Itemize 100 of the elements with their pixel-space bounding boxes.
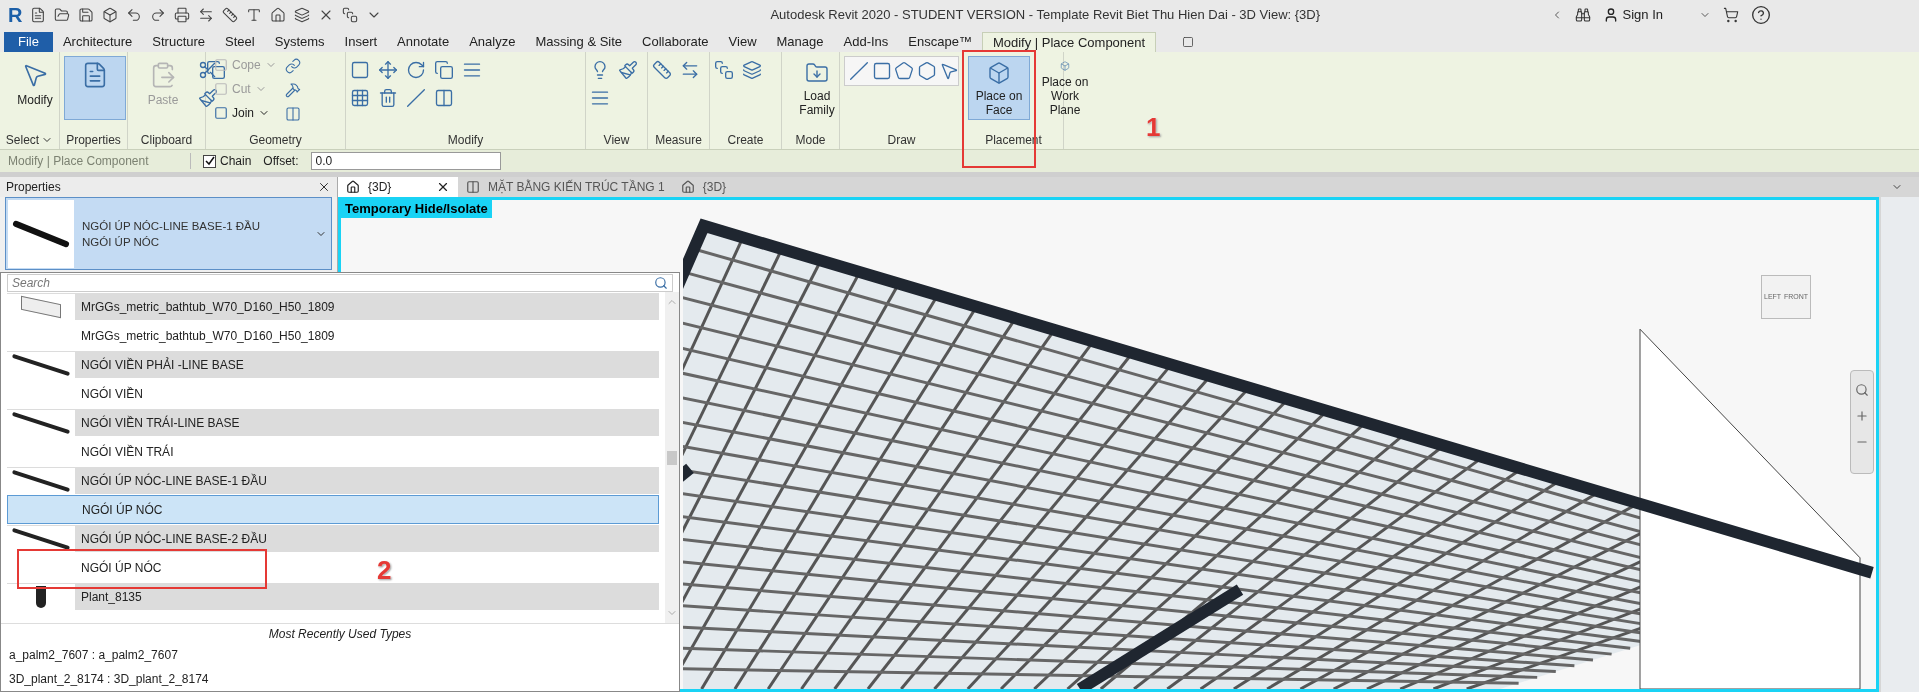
- recent-type-item[interactable]: a_palm2_7607 : a_palm2_7607: [9, 646, 178, 664]
- ribbon-tab[interactable]: Collaborate: [632, 32, 719, 52]
- 3d-view-icon[interactable]: [270, 7, 287, 23]
- sign-in-button[interactable]: Sign In: [1602, 5, 1663, 25]
- offset-field[interactable]: 0.0: [310, 152, 501, 170]
- search-icon: [654, 276, 668, 290]
- type-dropdown-list[interactable]: [0, 272, 680, 692]
- paintbrush-icon[interactable]: [198, 88, 218, 108]
- dimension-icon[interactable]: [222, 7, 239, 23]
- family-type-item[interactable]: Plant_8135: [7, 582, 659, 611]
- copy-icon[interactable]: [206, 60, 226, 80]
- ribbon-tool-button[interactable]: Modify: [4, 56, 66, 120]
- open-folder-icon[interactable]: [54, 7, 71, 23]
- chain-checkbox[interactable]: [203, 154, 216, 168]
- undo-icon[interactable]: [126, 7, 143, 23]
- polygon-icon[interactable]: [916, 61, 937, 81]
- paintbrush-icon[interactable]: [618, 60, 638, 80]
- ribbon-tool-button[interactable]: [64, 56, 126, 120]
- family-type-item[interactable]: NGÓI VIỀN PHẢI -LINE BASE: [7, 350, 659, 379]
- layers-icon[interactable]: [742, 60, 762, 80]
- ribbon-tool-button[interactable]: Place on Face: [968, 56, 1030, 120]
- close-icon: [436, 180, 450, 194]
- array-icon[interactable]: [350, 88, 370, 108]
- redo-icon[interactable]: [150, 7, 167, 23]
- family-type-item[interactable]: MrGGs_metric_bathtub_W70_D160_H50_1809: [7, 292, 659, 321]
- ribbon-tab[interactable]: Structure: [142, 32, 216, 52]
- panel-title: Properties: [6, 179, 61, 196]
- roof-tile-thumbnail-icon: [7, 467, 75, 494]
- pick-icon[interactable]: [939, 61, 960, 81]
- roof-tile-thumbnail-icon: [7, 525, 75, 552]
- type-name: NGÓI VIỀN TRÁI-LINE BASE: [81, 414, 240, 432]
- panel-label: View: [603, 132, 630, 149]
- close-icon[interactable]: [317, 180, 331, 194]
- type-name: NGÓI ÚP NÓC: [82, 501, 163, 519]
- panel-label: Mode: [795, 132, 826, 149]
- ribbon-tab[interactable]: View: [718, 32, 767, 52]
- house-icon: [346, 180, 360, 194]
- type-name: NGÓI ÚP NÓC-LINE BASE-1 ĐẦU: [81, 472, 267, 490]
- measure-icon[interactable]: [198, 7, 215, 23]
- type-name: MrGGs_metric_bathtub_W70_D160_H50_1809: [81, 327, 335, 345]
- panel-label: Clipboard: [140, 132, 193, 149]
- ribbon-tab[interactable]: Insert: [334, 32, 388, 52]
- panel-label: Geometry: [249, 132, 302, 149]
- parts-icon[interactable]: [714, 60, 734, 80]
- tool-icon: [214, 82, 228, 96]
- app-logo[interactable]: R: [8, 0, 23, 30]
- ruler-icon[interactable]: [652, 60, 672, 80]
- ribbon-tab[interactable]: Manage: [766, 32, 834, 52]
- line-icon[interactable]: [849, 61, 869, 81]
- type-name: NGÓI ÚP NÓC-LINE BASE-2 ĐẦU: [81, 530, 267, 548]
- move-icon[interactable]: [378, 60, 398, 80]
- ribbon-tab[interactable]: Systems: [264, 32, 335, 52]
- type-name: NGÓI VIỀN PHẢI -LINE BASE: [81, 356, 244, 374]
- panel-label: Measure: [655, 132, 702, 149]
- ribbon-tool-button[interactable]: Load Family: [786, 56, 848, 120]
- document-icon[interactable]: [30, 7, 47, 23]
- delete-icon[interactable]: [378, 88, 398, 108]
- save-icon[interactable]: [78, 7, 95, 23]
- window-title: Autodesk Revit 2020 - STUDENT VERSION - Template Revit Biet Thu Hien Dai - 3D View: {3D}: [770, 6, 1321, 25]
- family-type-item[interactable]: NGÓI ÚP NÓC: [7, 495, 659, 524]
- scroll-thumb[interactable]: [667, 450, 677, 465]
- panel-label: Select: [5, 132, 40, 149]
- floor-plan-icon: [466, 180, 480, 194]
- scrollbar[interactable]: [665, 292, 679, 623]
- ribbon-tool-button[interactable]: Join: [214, 104, 277, 122]
- ribbon-tab[interactable]: Steel: [215, 32, 265, 52]
- columns-icon[interactable]: [284, 106, 301, 122]
- rotate-icon[interactable]: [406, 60, 426, 80]
- ribbon-tab[interactable]: Massing & Site: [525, 32, 633, 52]
- ribbon-tab[interactable]: Annotate: [387, 32, 460, 52]
- ribbon-tab[interactable]: Add-Ins: [833, 32, 899, 52]
- hammer-icon[interactable]: [284, 82, 301, 98]
- ribbon-tab[interactable]: Analyze: [459, 32, 526, 52]
- text-icon[interactable]: [246, 7, 263, 23]
- document-tab[interactable]: {3D}: [338, 177, 458, 197]
- type-name: Plant_8135: [81, 588, 142, 606]
- pentagon-icon[interactable]: [894, 61, 915, 81]
- help-icon[interactable]: [1751, 5, 1771, 25]
- copy-icon[interactable]: [434, 60, 454, 80]
- link-icon[interactable]: [284, 58, 301, 74]
- print-icon[interactable]: [174, 7, 191, 23]
- tool-icon: [214, 58, 228, 72]
- rectangle-icon[interactable]: [871, 61, 892, 81]
- scissors-icon[interactable]: [198, 60, 218, 80]
- switch-windows-icon[interactable]: [342, 7, 359, 23]
- ribbon-tab[interactable]: Architecture: [52, 32, 143, 52]
- type-selector[interactable]: NGÓI ÚP NÓC-LINE BASE-1 ĐẦU NGÓI ÚP NÓC: [5, 197, 332, 270]
- cart-icon[interactable]: [1723, 7, 1739, 23]
- binoculars-icon[interactable]: [1574, 7, 1591, 23]
- recent-type-item[interactable]: 3D_plant_2_8174 : 3D_plant_2_8174: [9, 670, 209, 688]
- family-type-item[interactable]: NGÓI VIỀN TRÁI-LINE BASE: [7, 408, 659, 437]
- ribbon-tab[interactable]: File: [4, 32, 53, 52]
- family-type-item[interactable]: NGÓI ÚP NÓC-LINE BASE-2 ĐẦU: [7, 524, 659, 553]
- dimension-icon[interactable]: [680, 60, 700, 80]
- zoom-in-icon: [1855, 409, 1869, 423]
- roof-tile-thumbnail-icon: [8, 199, 74, 268]
- ribbon-tab[interactable]: Enscape™: [898, 32, 982, 52]
- ribbon-tab[interactable]: Modify | Place Component: [981, 32, 1157, 52]
- family-type-item[interactable]: NGÓI ÚP NÓC-LINE BASE-1 ĐẦU: [7, 466, 659, 495]
- ribbon-tool-button[interactable]: Place on Work Plane: [1034, 56, 1096, 120]
